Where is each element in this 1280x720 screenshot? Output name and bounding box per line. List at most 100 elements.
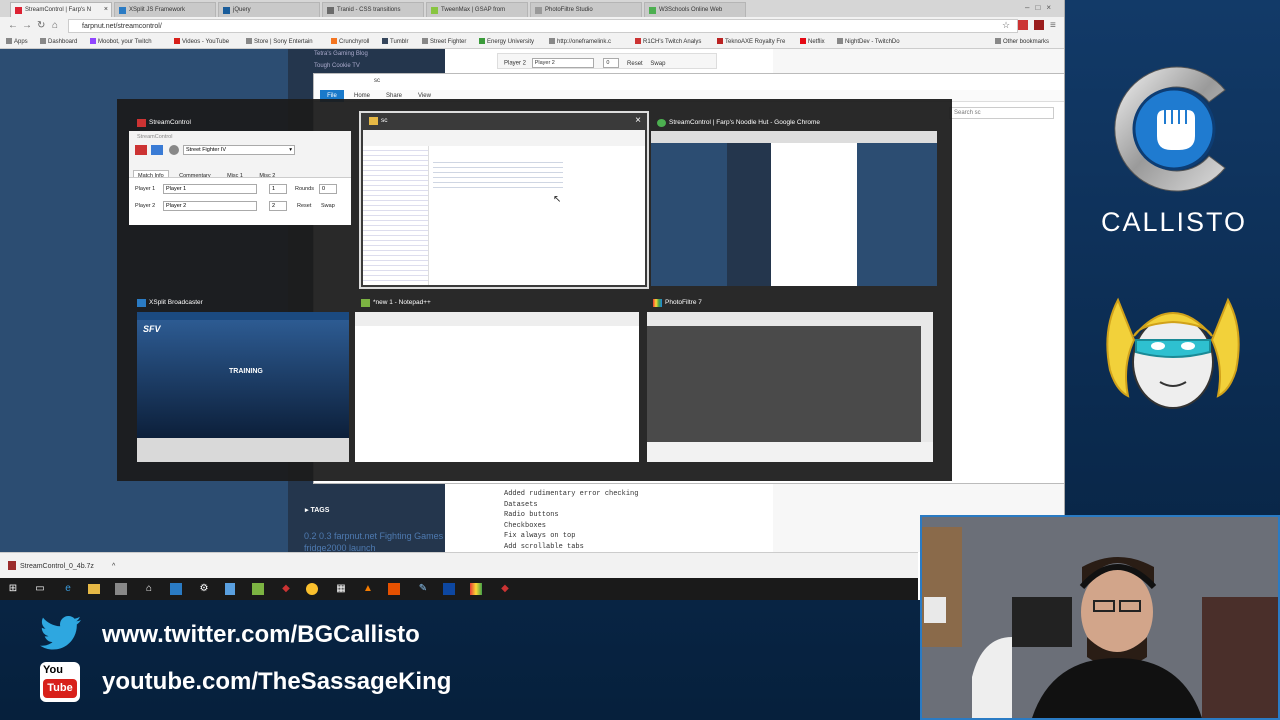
app-icon[interactable]: ⚙ xyxy=(197,582,211,596)
bookmark-icon xyxy=(717,38,723,44)
app-icon[interactable] xyxy=(115,583,127,595)
bookmark-icon xyxy=(331,38,337,44)
explorer-search-input[interactable]: Search sc xyxy=(949,107,1054,119)
player2-input[interactable]: Player 2 xyxy=(531,58,594,68)
home-icon[interactable]: ⌂ xyxy=(52,20,58,31)
notepad-preview xyxy=(355,312,639,462)
switcher-thumb-streamcontrol[interactable]: StreamControl StreamControl Street Fight… xyxy=(129,115,357,243)
bookmark-apps[interactable]: Apps xyxy=(6,38,28,45)
chrome-icon[interactable] xyxy=(306,583,318,595)
xsplit-scene-panel xyxy=(137,438,349,462)
bookmark-street-fighter[interactable]: Street Fighter xyxy=(422,38,466,45)
explorer-title: sc xyxy=(314,74,1064,90)
browser-tab-photofiltre[interactable]: PhotoFiltre Studio xyxy=(530,2,642,17)
vlc-icon[interactable]: ▲ xyxy=(361,582,375,596)
bookmark-sony[interactable]: Store | Sony Entertain xyxy=(246,38,313,45)
photofiltre-icon[interactable] xyxy=(470,583,482,595)
player1-input[interactable]: Player 1 xyxy=(163,184,257,194)
game-preview: SFV TRAINING xyxy=(137,320,349,438)
app-icon[interactable] xyxy=(388,583,400,595)
blog-link[interactable]: Tough Cookie TV xyxy=(314,63,360,69)
streamcontrol-icon[interactable]: ◆ xyxy=(279,582,293,596)
download-item[interactable]: StreamControl_0_4b.7z ^ xyxy=(8,561,115,570)
close-icon[interactable]: × xyxy=(635,115,641,126)
reset-button[interactable]: Reset xyxy=(297,203,311,209)
player2-score[interactable]: 2 xyxy=(269,201,287,211)
address-bar[interactable]: farpnut.net/streamcontrol/ xyxy=(68,19,1018,33)
bookmark-icon xyxy=(246,38,252,44)
bookmark-youtube[interactable]: Videos - YouTube xyxy=(174,38,229,45)
browser-tab-w3schools[interactable]: W3Schools Online Web xyxy=(644,2,746,17)
calculator-icon[interactable]: ▦ xyxy=(334,582,348,596)
bookmark-netflix[interactable]: Netflix xyxy=(800,38,825,45)
player2-input[interactable]: Player 2 xyxy=(163,201,257,211)
switcher-thumb-notepad[interactable]: *new 1 - Notepad++ xyxy=(353,295,641,463)
photofiltre-preview xyxy=(647,312,933,462)
menu-icon[interactable]: ≡ xyxy=(1050,20,1056,31)
browser-tab-tranid[interactable]: Tranid - CSS transitions xyxy=(322,2,424,17)
refresh-icon[interactable] xyxy=(151,145,163,155)
game-select[interactable]: Street Fighter IV ▾ xyxy=(183,145,295,155)
browser-tab-strip: StreamControl | Farp's N × XSplit JS Fram… xyxy=(0,0,1064,17)
bookmark-crunchyroll[interactable]: Crunchyroll xyxy=(331,38,369,45)
swap-button[interactable]: Swap xyxy=(650,61,665,67)
youtube-logo-icon: You Tube xyxy=(40,662,80,702)
taskbar-area: StreamControl_0_4b.7z ^ ⊞ ▭ e ⌂ ⚙ ◆ ▦ ▲ ✎… xyxy=(0,552,918,600)
window-controls[interactable]: –□× xyxy=(1025,3,1057,12)
player1-score[interactable]: 1 xyxy=(269,184,287,194)
app-icon[interactable] xyxy=(225,583,235,595)
gear-icon[interactable] xyxy=(169,145,179,155)
forward-arrow-icon[interactable]: → xyxy=(22,20,32,31)
browser-tab-tweenmax[interactable]: TweenMax | GSAP from xyxy=(426,2,528,17)
chevron-up-icon[interactable]: ^ xyxy=(112,563,115,570)
favicon-icon xyxy=(119,7,126,14)
bookmark-other[interactable]: Other bookmarks xyxy=(995,38,1049,45)
switcher-thumb-xsplit[interactable]: XSplit Broadcaster SFV TRAINING xyxy=(129,295,359,463)
store-icon[interactable]: ⌂ xyxy=(142,582,156,596)
extension-icon[interactable] xyxy=(1018,20,1028,30)
save-icon[interactable] xyxy=(135,145,147,155)
bookmark-moobot[interactable]: Moobot, your Twitch xyxy=(90,38,152,45)
xsplit-icon[interactable] xyxy=(170,583,182,595)
close-tab-icon[interactable]: × xyxy=(104,6,108,13)
back-arrow-icon[interactable]: ← xyxy=(8,20,18,31)
app-icon[interactable]: ✎ xyxy=(416,582,430,596)
extension-icon[interactable] xyxy=(1034,20,1044,30)
switcher-thumb-photofiltre[interactable]: PhotoFiltre 7 xyxy=(645,295,935,463)
bookmark-nightdev[interactable]: NightDev - TwitchDo xyxy=(837,38,900,45)
start-windows-icon[interactable]: ⊞ xyxy=(6,582,20,596)
chrome-preview xyxy=(651,131,937,286)
photoshop-icon[interactable] xyxy=(443,583,455,595)
callisto-fist-logo xyxy=(1114,66,1226,192)
reload-icon[interactable]: ↻ xyxy=(37,20,45,31)
bookmark-dashboard[interactable]: Dashboard xyxy=(40,38,77,45)
notepad-icon[interactable] xyxy=(252,583,264,595)
reset-button[interactable]: Reset xyxy=(627,61,643,67)
browser-tab-xsplit[interactable]: XSplit JS Framework xyxy=(114,2,216,17)
bookmark-oneframelink[interactable]: http://oneframelink.c xyxy=(549,38,611,45)
bookmark-teknoaxe[interactable]: TeknoAXE Royalty Fre xyxy=(717,38,785,45)
switcher-thumb-chrome[interactable]: StreamControl | Farp's Noodle Hut - Goog… xyxy=(649,115,939,287)
browser-tab-streamcontrol[interactable]: StreamControl | Farp's N × xyxy=(10,2,112,17)
explorer-preview: ↖ xyxy=(363,130,645,285)
blog-link[interactable]: Tetra's Gaming Blog xyxy=(314,51,368,57)
switcher-thumb-explorer[interactable]: sc × ↖ xyxy=(359,111,649,289)
bookmark-star-icon[interactable]: ☆ xyxy=(1002,20,1010,31)
xsplit-preview: SFV TRAINING xyxy=(137,312,349,462)
favicon-icon xyxy=(431,7,438,14)
player2-row: Player 2 Player 2 0 Reset Swap xyxy=(497,53,717,69)
bookmark-energy-university[interactable]: Energy University xyxy=(479,38,534,45)
browser-tab-jquery[interactable]: jQuery xyxy=(218,2,320,17)
bookmark-twitch-analys[interactable]: R1CH's Twitch Analys xyxy=(635,38,701,45)
swap-button[interactable]: Swap xyxy=(321,203,335,209)
webcam-feed xyxy=(920,515,1280,720)
tag-cloud[interactable]: 0.2 0.3 farpnut.net Fighting Games fridg… xyxy=(304,530,444,554)
edge-icon[interactable]: e xyxy=(61,582,75,596)
folder-icon[interactable] xyxy=(88,584,100,594)
player2-score[interactable]: 0 xyxy=(603,58,620,68)
chevron-down-icon: ▾ xyxy=(289,147,292,153)
rounds-input[interactable]: 0 xyxy=(319,184,337,194)
bookmark-tumblr[interactable]: Tumblr xyxy=(382,38,408,45)
app-icon[interactable]: ◆ xyxy=(498,582,512,596)
task-view-icon[interactable]: ▭ xyxy=(33,582,47,596)
